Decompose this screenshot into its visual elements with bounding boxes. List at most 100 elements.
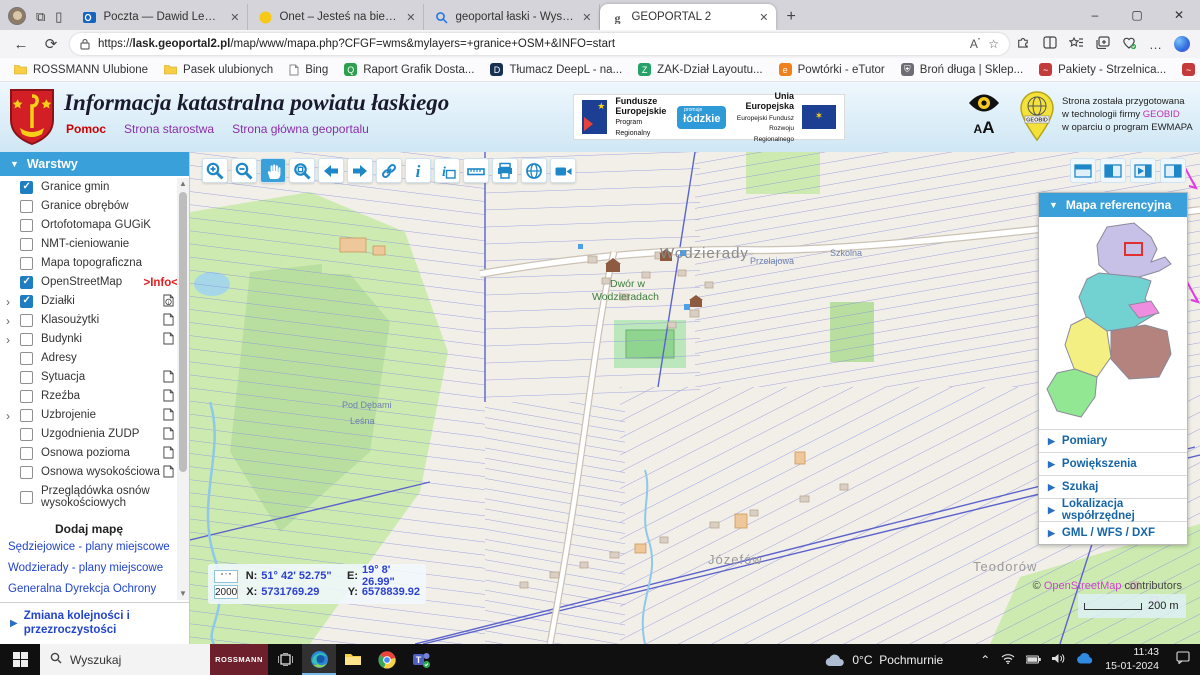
- layer-checkbox[interactable]: [20, 314, 33, 327]
- accessibility-widget[interactable]: AA: [963, 92, 1005, 136]
- collections-icon[interactable]: [1096, 36, 1110, 52]
- map-canvas[interactable]: WodzieradyDwór wWodzieradachJózefówTeodo…: [190, 152, 1200, 644]
- layer-checkbox[interactable]: [20, 219, 33, 232]
- forward-arrow-button[interactable]: [347, 158, 373, 183]
- close-button[interactable]: ✕: [1158, 0, 1200, 30]
- measure-button[interactable]: [463, 158, 489, 183]
- layer-checkbox[interactable]: [20, 181, 33, 194]
- layer-checkbox[interactable]: [20, 390, 33, 403]
- layer-checkbox[interactable]: [20, 352, 33, 365]
- onedrive-icon[interactable]: [1076, 651, 1094, 669]
- layer-checkbox[interactable]: [20, 409, 33, 422]
- geobid-logo[interactable]: GEOBID: [1018, 90, 1056, 142]
- pan-button[interactable]: [260, 158, 286, 183]
- scrollbar-thumb[interactable]: [179, 192, 187, 472]
- browser-tab[interactable]: Onet – Jesteś na bieżąco✕: [248, 4, 424, 30]
- more-icon[interactable]: …: [1149, 37, 1162, 52]
- copilot-icon[interactable]: [1174, 36, 1190, 52]
- layer-checkbox[interactable]: [20, 466, 33, 479]
- layer-checkbox[interactable]: [20, 447, 33, 460]
- layer-legend-icon[interactable]: [163, 370, 174, 386]
- read-aloud-icon[interactable]: A”: [970, 37, 980, 51]
- split-screen-icon[interactable]: [1043, 36, 1057, 52]
- edge-icon[interactable]: [302, 644, 336, 675]
- layer-checkbox[interactable]: [20, 333, 33, 346]
- expand-chevron-icon[interactable]: ›: [6, 409, 20, 423]
- teams-icon[interactable]: T: [404, 644, 438, 675]
- refresh-button[interactable]: ⟳: [40, 35, 62, 53]
- bookmark-item[interactable]: Bing: [283, 62, 334, 78]
- osm-link[interactable]: OpenStreetMap: [1044, 580, 1122, 592]
- essentials-icon[interactable]: [1122, 36, 1137, 53]
- layer-legend-icon[interactable]: [163, 408, 174, 424]
- zoom-out-button[interactable]: [231, 158, 257, 183]
- bookmark-item[interactable]: DTłumacz DeepL - na...: [484, 61, 628, 78]
- layer-checkbox[interactable]: [20, 428, 33, 441]
- add-map-link[interactable]: Generalna Dyrekcja Ochrony: [0, 578, 178, 599]
- layer-legend-icon[interactable]: i: [163, 294, 174, 310]
- minimize-button[interactable]: –: [1074, 0, 1116, 30]
- favorites-bar-icon[interactable]: [1069, 36, 1084, 52]
- bookmark-item[interactable]: ⛨Broń długa | Sklep...: [895, 61, 1029, 78]
- back-arrow-button[interactable]: [318, 158, 344, 183]
- scale-input[interactable]: 2000: [214, 585, 238, 599]
- expand-chevron-icon[interactable]: ›: [6, 333, 20, 347]
- zoom-window-button[interactable]: [289, 158, 315, 183]
- bookmark-item[interactable]: Pasek ulubionych: [158, 62, 279, 78]
- wifi-icon[interactable]: [1001, 651, 1015, 669]
- taskbar-clock[interactable]: 11:43 15-01-2024: [1105, 646, 1159, 672]
- add-map-link[interactable]: Wodzierady - plany miejscowe: [0, 557, 178, 578]
- sidebar-scrollbar[interactable]: ▲ ▼: [177, 178, 189, 600]
- bookmark-item[interactable]: ZZAK-Dział Layoutu...: [632, 61, 768, 78]
- taskbar-search[interactable]: Wyszukaj: [40, 644, 210, 675]
- reference-menu-item[interactable]: ▶Lokalizacja współrzędnej: [1039, 498, 1187, 521]
- panel-left-button[interactable]: [1100, 158, 1126, 183]
- identify-area-button[interactable]: i: [434, 158, 460, 183]
- layer-info-link[interactable]: >Info<: [143, 277, 178, 289]
- address-bar[interactable]: https://lask.geoportal2.pl/map/www/mapa.…: [70, 33, 1009, 55]
- chrome-icon[interactable]: [370, 644, 404, 675]
- starostwo-link[interactable]: Strona starostwa: [124, 122, 214, 136]
- layers-panel-header[interactable]: ▼ Warstwy: [0, 152, 189, 176]
- layer-checkbox[interactable]: [20, 295, 33, 308]
- back-button[interactable]: ←: [10, 36, 32, 53]
- layer-legend-icon[interactable]: [163, 313, 174, 329]
- layer-checkbox[interactable]: [20, 257, 33, 270]
- globe-button[interactable]: [521, 158, 547, 183]
- taskbar-weather[interactable]: 0°C Pochmurnie: [825, 653, 943, 667]
- tab-close-icon[interactable]: ✕: [230, 11, 239, 24]
- dms-toggle-button[interactable]: ° ' ": [214, 570, 238, 583]
- layer-checkbox[interactable]: [20, 200, 33, 213]
- profile-avatar[interactable]: [8, 7, 26, 25]
- speaker-icon[interactable]: [1052, 651, 1065, 669]
- chevron-up-icon[interactable]: ⌃: [980, 653, 990, 667]
- reference-menu-item[interactable]: ▶Powiększenia: [1039, 452, 1187, 475]
- new-tab-button[interactable]: +: [776, 8, 807, 30]
- task-view-icon[interactable]: [268, 644, 302, 675]
- layer-checkbox[interactable]: [20, 371, 33, 384]
- bookmark-item[interactable]: ePowtórki - eTutor: [773, 61, 891, 78]
- expand-chevron-icon[interactable]: ›: [6, 295, 20, 309]
- browser-tab[interactable]: Poczta — Dawid Lewandowski —✕: [72, 4, 248, 30]
- layer-legend-icon[interactable]: [163, 427, 174, 443]
- identify-button[interactable]: i: [405, 158, 431, 183]
- reference-menu-item[interactable]: ▶Pomiary: [1039, 429, 1187, 452]
- zoom-in-button[interactable]: [202, 158, 228, 183]
- bookmark-item[interactable]: ROSSMANN Ulubione: [8, 62, 154, 78]
- tab-close-icon[interactable]: ✕: [759, 11, 768, 24]
- extensions-icon[interactable]: [1017, 36, 1031, 53]
- layer-checkbox[interactable]: [20, 491, 33, 504]
- link-button[interactable]: [376, 158, 402, 183]
- rossmann-app[interactable]: ROSSMANN: [210, 644, 268, 675]
- layer-order-link[interactable]: ▶ Zmiana kolejności i przezroczystości: [0, 602, 189, 644]
- layer-legend-icon[interactable]: [163, 389, 174, 405]
- panel-right-button[interactable]: [1160, 158, 1186, 183]
- scroll-down-icon[interactable]: ▼: [177, 588, 189, 600]
- panel-top-button[interactable]: [1070, 158, 1096, 183]
- maximize-button[interactable]: ▢: [1116, 0, 1158, 30]
- vertical-tabs-icon[interactable]: ▯: [55, 10, 62, 23]
- browser-tab[interactable]: gGEOPORTAL 2✕: [600, 4, 776, 30]
- geoportal-home-link[interactable]: Strona główna geoportalu: [232, 122, 369, 136]
- layer-legend-icon[interactable]: [163, 465, 174, 481]
- bookmark-item[interactable]: ~Strzelnica RP - Strze...: [1176, 61, 1200, 78]
